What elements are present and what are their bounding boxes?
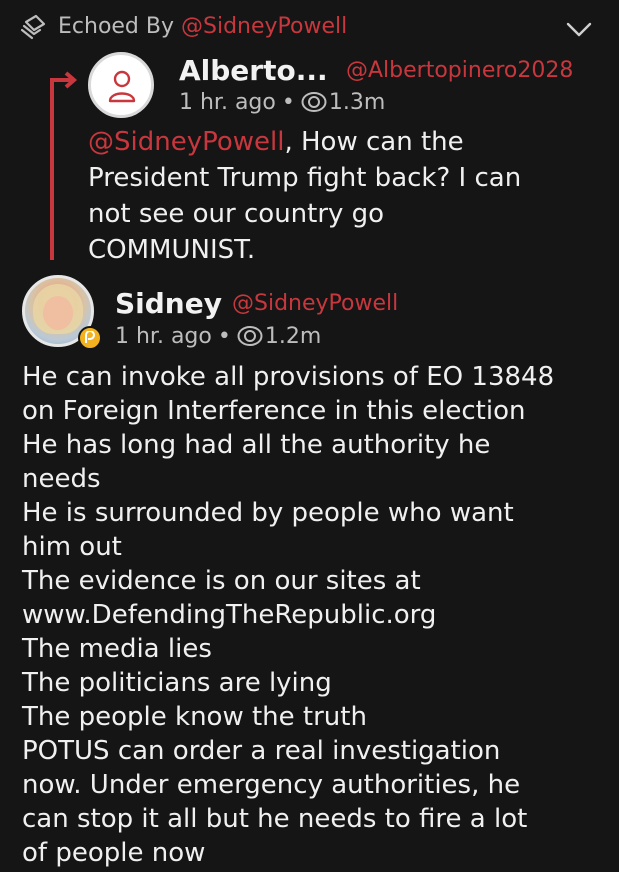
- post-text-line: The people know the truth: [22, 702, 367, 732]
- echo-prefix: Echoed By: [58, 14, 175, 39]
- reply-text: @SidneyPowell, How can the President Tru…: [88, 124, 588, 268]
- post-text-line: He can invoke all provisions of EO 13848: [22, 362, 555, 392]
- post-text-line: on Foreign Interference in this election: [22, 396, 526, 426]
- post-text-line: The media lies: [22, 634, 212, 664]
- post-meta: 1 hr. ago • 1.2m: [115, 322, 321, 352]
- post-text-line: of people now: [22, 838, 206, 868]
- eye-icon: [301, 92, 327, 112]
- post-text-line: The politicians are lying: [22, 668, 332, 698]
- chevron-down-icon[interactable]: [565, 18, 593, 40]
- badge-glyph: [85, 331, 96, 343]
- mention-link[interactable]: @SidneyPowell: [88, 127, 284, 157]
- reply-text-line: not see our country go: [88, 199, 385, 229]
- post-text-line: The evidence is on our sites at: [22, 566, 421, 596]
- post-text-line: He is surrounded by people who want: [22, 498, 514, 528]
- avatar-face: [43, 296, 73, 330]
- reply-text-line: COMMUNIST.: [88, 235, 256, 265]
- meta-separator: •: [281, 90, 295, 115]
- post-author-handle[interactable]: @SidneyPowell: [232, 289, 398, 319]
- post-text-line: can stop it all but he needs to fire a l…: [22, 804, 528, 834]
- thread-line: [50, 80, 54, 260]
- post-view-count: 1.2m: [264, 324, 322, 349]
- reply-view-count: 1.3m: [328, 90, 386, 115]
- post-text-line: POTUS can order a real investigation: [22, 736, 501, 766]
- post-text-line: He has long had all the authority he: [22, 430, 491, 460]
- post-text: He can invoke all provisions of EO 13848…: [22, 360, 602, 870]
- echo-label: Echoed By @SidneyPowell: [58, 12, 347, 42]
- meta-separator: •: [217, 324, 231, 349]
- post-author-name[interactable]: Sidney: [115, 285, 222, 323]
- eye-icon: [237, 326, 263, 346]
- echo-handle-link[interactable]: @SidneyPowell: [181, 14, 347, 39]
- user-icon: [108, 70, 136, 103]
- reply-author-handle[interactable]: @Albertopinero2028: [346, 56, 573, 86]
- post-timestamp: 1 hr. ago: [115, 324, 212, 349]
- reply-meta: 1 hr. ago • 1.3m: [179, 88, 385, 118]
- reply-text-line: President Trump fight back? I can: [88, 163, 522, 193]
- echo-icon: [20, 14, 46, 40]
- reply-timestamp: 1 hr. ago: [179, 90, 276, 115]
- post-text-line: needs: [22, 464, 101, 494]
- post-text-line: him out: [22, 532, 122, 562]
- parler-badge-icon: [78, 326, 102, 350]
- avatar[interactable]: [88, 52, 154, 118]
- post-text-line: now. Under emergency authorities, he: [22, 770, 521, 800]
- thread-arrow-icon: [50, 71, 78, 92]
- reply-text-line: , How can the: [284, 127, 464, 157]
- reply-author-name[interactable]: Alberto...: [179, 52, 328, 90]
- echo-header: Echoed By @SidneyPowell: [0, 0, 619, 52]
- post-link[interactable]: www.DefendingTheRepublic.org: [22, 598, 602, 632]
